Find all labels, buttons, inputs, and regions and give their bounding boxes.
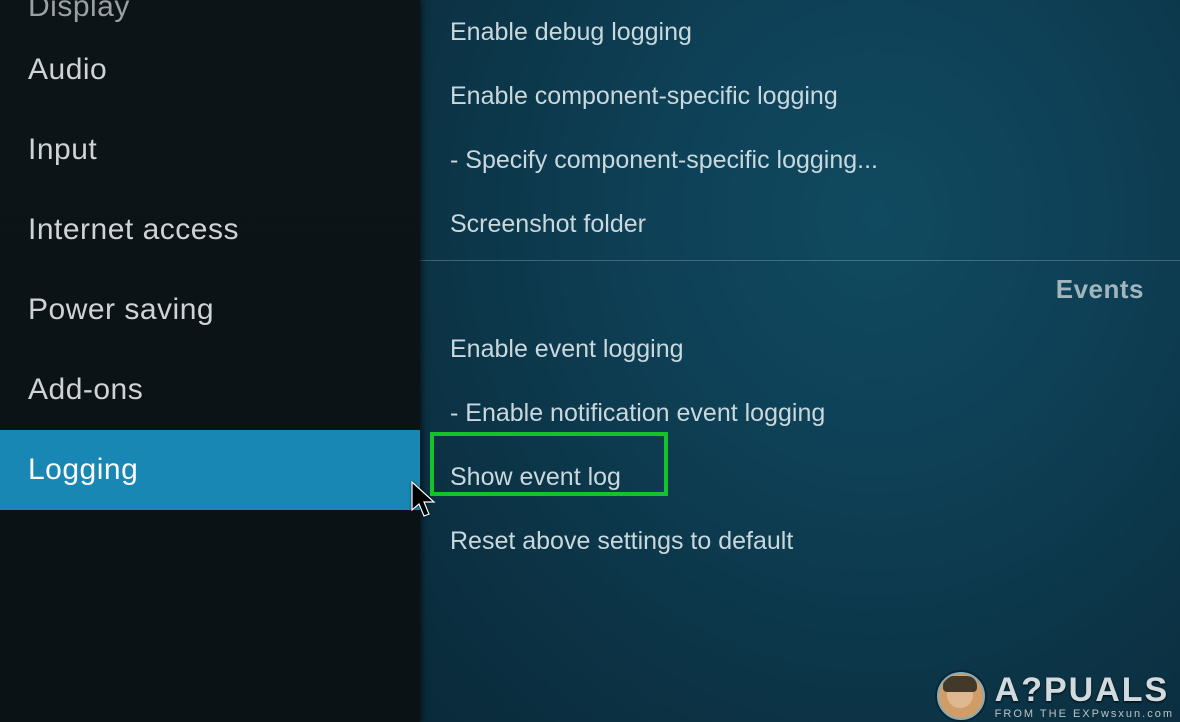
setting-show-event-log[interactable]: Show event log <box>420 445 1180 509</box>
watermark: A?PUALS FROM THE EXPwsxun.com <box>937 672 1174 720</box>
app-root: Display Audio Input Internet access Powe… <box>0 0 1180 722</box>
setting-specify-component-specific-logging[interactable]: - Specify component-specific logging... <box>420 128 1180 192</box>
watermark-text: A?PUALS FROM THE EXPwsxun.com <box>995 673 1174 720</box>
sidebar-item-audio[interactable]: Audio <box>0 30 420 110</box>
sidebar-item-add-ons[interactable]: Add-ons <box>0 350 420 430</box>
setting-enable-debug-logging[interactable]: Enable debug logging <box>420 0 1180 64</box>
sidebar-item-logging[interactable]: Logging <box>0 430 420 510</box>
setting-enable-event-logging[interactable]: Enable event logging <box>420 317 1180 381</box>
settings-content: Enable debug logging Enable component-sp… <box>420 0 1180 722</box>
setting-reset-to-default[interactable]: Reset above settings to default <box>420 509 1180 573</box>
setting-enable-component-specific-logging[interactable]: Enable component-specific logging <box>420 64 1180 128</box>
setting-screenshot-folder[interactable]: Screenshot folder <box>420 192 1180 256</box>
sidebar-item-display[interactable]: Display <box>0 0 420 30</box>
mouse-cursor-icon <box>410 480 438 525</box>
setting-enable-notification-event-logging[interactable]: - Enable notification event logging <box>420 381 1180 445</box>
sidebar-item-internet-access[interactable]: Internet access <box>0 190 420 270</box>
section-header-events: Events <box>420 260 1180 317</box>
sidebar-item-input[interactable]: Input <box>0 110 420 190</box>
settings-sidebar: Display Audio Input Internet access Powe… <box>0 0 420 722</box>
watermark-avatar-icon <box>937 672 985 720</box>
sidebar-item-power-saving[interactable]: Power saving <box>0 270 420 350</box>
